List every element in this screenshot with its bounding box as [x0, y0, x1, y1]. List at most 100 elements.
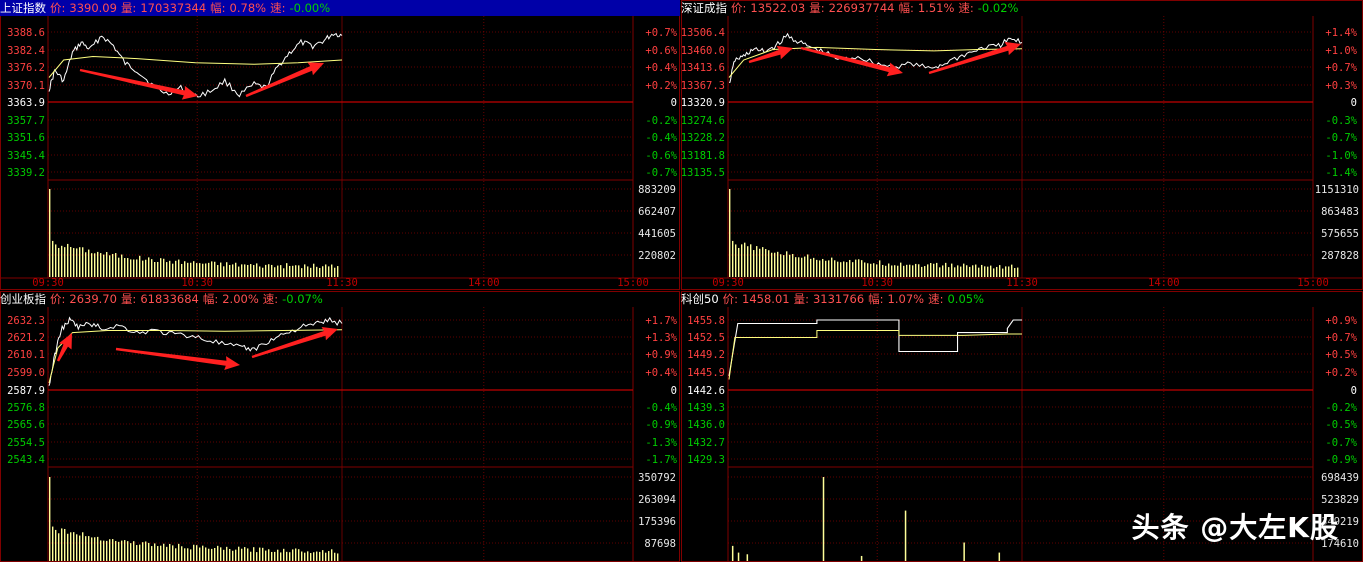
panel-shenzhen-index[interactable]: 13506.4 +1.4% 13460.0 +1.0% 13413.6 +0.7% 1336… — [681, 0, 1363, 290]
volume-bar — [831, 257, 833, 277]
volume-bar — [274, 551, 276, 561]
volume-bar — [115, 540, 117, 561]
volume-bar — [172, 263, 174, 277]
percent-tick-label: -0.5% — [1325, 419, 1357, 431]
volume-bar — [109, 255, 111, 277]
price-tick-label: 3376.2 — [7, 62, 45, 74]
price-value: 2639.70 — [69, 292, 117, 306]
percent-tick-label: +0.4% — [645, 367, 677, 379]
volume-bar — [184, 548, 186, 561]
volume-bar — [202, 263, 204, 277]
volume-bar — [64, 528, 66, 561]
price-tick-label: 13228.2 — [681, 132, 725, 144]
volume-bar — [76, 248, 78, 277]
volume-bar — [148, 542, 150, 561]
volume-bar — [268, 549, 270, 561]
volume-bar — [58, 533, 60, 561]
volume-bar — [337, 553, 339, 561]
volume-value: 61833684 — [140, 292, 199, 306]
speed-label: 速: — [958, 1, 974, 15]
volume-bar — [160, 258, 162, 277]
volume-bar — [133, 541, 135, 561]
volume-bar — [100, 253, 102, 277]
volume-bar — [867, 263, 869, 277]
volume-bar — [858, 259, 860, 277]
panel-shanghai-index[interactable]: 3388.6 +0.7% 3382.4 +0.6% 3376.2 +0.4% 3370.1 +… — [0, 0, 680, 290]
price-tick-label: 1455.8 — [687, 315, 725, 327]
volume-bar — [52, 526, 54, 561]
price-tick-label: 13135.5 — [681, 167, 725, 179]
price-label: 价: — [722, 292, 739, 306]
header-shanghai-index: 上证指数 价: 3390.09 量: 170337344 幅: 0.78% 速: -0.00% — [0, 0, 680, 16]
price-tick-label: 2610.1 — [7, 349, 45, 361]
volume-bar — [795, 257, 797, 277]
volume-bar — [265, 550, 267, 561]
volume-bar — [235, 549, 237, 561]
volume-tick-label: 87698 — [644, 538, 676, 550]
volume-bar — [301, 268, 303, 277]
volume-bar — [963, 263, 965, 277]
percent-tick-label: +0.4% — [645, 62, 677, 74]
speed-label: 速: — [928, 292, 944, 306]
volume-bar — [163, 543, 165, 561]
volume-bar — [885, 265, 887, 277]
annotation-arrow-shape — [251, 326, 338, 359]
volume-bar — [109, 539, 111, 561]
volume-bar — [253, 547, 255, 561]
volume-bar — [951, 263, 953, 277]
price-tick-label: 3382.4 — [7, 45, 45, 57]
volume-bar — [912, 265, 914, 277]
volume-bar — [1008, 266, 1010, 277]
change-value: 0.78% — [229, 1, 267, 15]
volume-bar — [58, 247, 60, 277]
volume-bar — [238, 546, 240, 561]
volume-bar — [996, 266, 998, 277]
volume-bar — [166, 546, 168, 561]
volume-tick-label: 883209 — [638, 184, 676, 196]
time-tick-label: 10:30 — [181, 277, 213, 289]
volume-bar — [328, 551, 330, 561]
volume-bar — [771, 252, 773, 277]
percent-tick-label: -0.2% — [645, 115, 677, 127]
price-tick-label: 1439.3 — [687, 402, 725, 414]
volume-bar — [118, 541, 120, 561]
volume-bar — [1014, 268, 1016, 277]
volume-bar — [49, 189, 51, 277]
volume-bar — [840, 262, 842, 277]
volume-bar — [124, 540, 126, 561]
volume-bar — [295, 265, 297, 277]
annotation-arrow — [748, 45, 793, 64]
volume-label: 量: — [793, 292, 809, 306]
volume-bar — [220, 262, 222, 277]
panel-chinext-index[interactable]: 2632.3 +1.7% 2621.2 +1.3% 2610.1 +0.9% 2599.0 +… — [0, 291, 680, 562]
volume-bar — [924, 266, 926, 277]
volume-bar — [163, 258, 165, 277]
volume-bar — [262, 547, 264, 561]
price-tick-label: 1442.6 — [687, 385, 725, 397]
volume-bar — [747, 246, 749, 277]
volume-bar — [325, 552, 327, 561]
annotation-arrow-shape — [79, 68, 199, 100]
volume-bar — [196, 263, 198, 277]
percent-tick-label: -1.7% — [645, 454, 677, 466]
annotation-arrow — [79, 68, 199, 100]
header-shenzhen-index: 深证成指 价: 13522.03 量: 226937744 幅: 1.51% 速: -0.02% — [681, 0, 1022, 16]
volume-bar — [334, 267, 336, 277]
volume-label: 量: — [120, 292, 137, 306]
volume-bar — [223, 549, 225, 561]
volume-bar — [298, 265, 300, 277]
volume-bar — [217, 545, 219, 561]
volume-bar — [960, 266, 962, 277]
percent-tick-label: -0.7% — [1325, 132, 1357, 144]
annotation-arrow — [115, 347, 241, 371]
volume-bar — [220, 547, 222, 561]
speed-value: -0.00% — [289, 1, 331, 15]
volume-bar — [738, 247, 740, 277]
volume-bar — [232, 264, 234, 277]
volume-bar — [331, 549, 333, 561]
volume-bar — [903, 265, 905, 277]
annotation-arrow — [928, 41, 1021, 75]
volume-bar — [55, 244, 57, 277]
volume-bar — [226, 262, 228, 277]
percent-tick-label: 0 — [1351, 97, 1357, 109]
